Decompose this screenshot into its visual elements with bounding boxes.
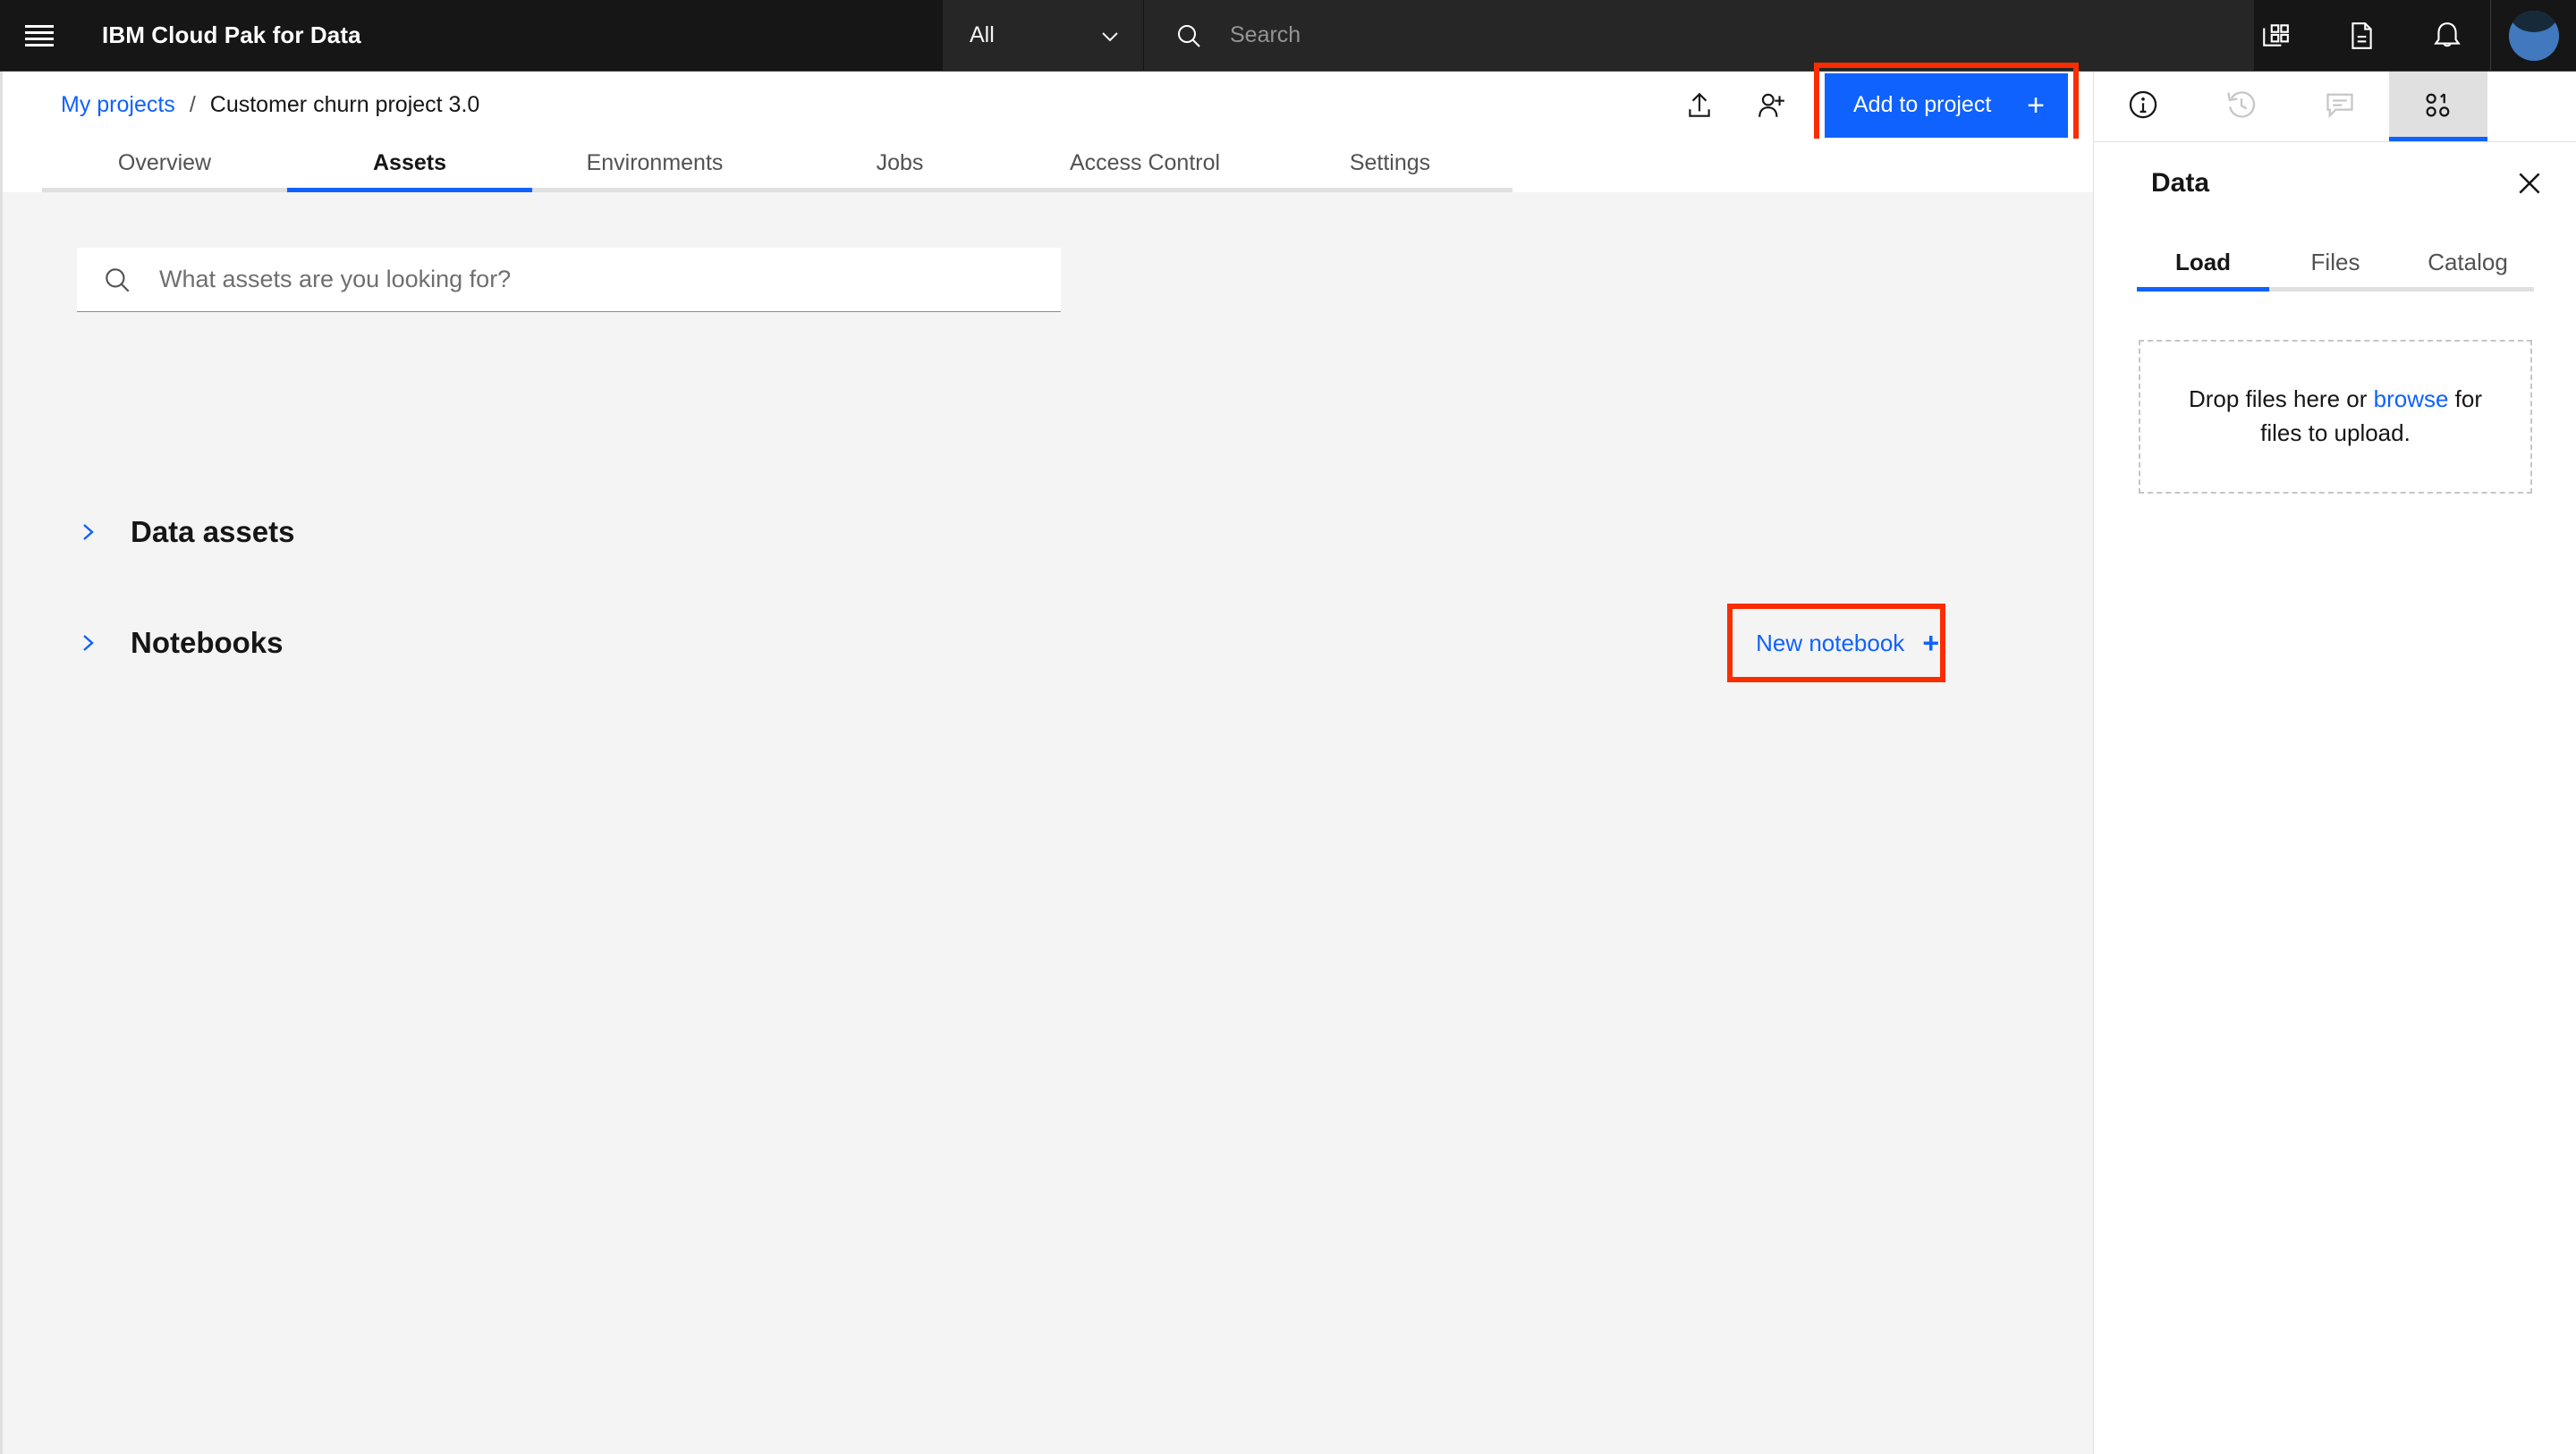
docs-button[interactable] bbox=[2318, 0, 2404, 71]
history-clock-icon bbox=[2225, 89, 2258, 121]
search-scope-select[interactable]: All bbox=[943, 0, 1143, 71]
close-icon[interactable] bbox=[2514, 168, 2545, 199]
global-search-placeholder: Search bbox=[1203, 22, 1301, 48]
panel-tab-information[interactable] bbox=[2094, 72, 2192, 141]
add-to-project-button[interactable]: Add to project + bbox=[1825, 73, 2068, 138]
tab-settings[interactable]: Settings bbox=[1267, 139, 1513, 192]
document-icon bbox=[2346, 21, 2377, 51]
header-action-icons bbox=[2233, 0, 2490, 71]
search-scope-value: All bbox=[970, 22, 1098, 48]
new-notebook-button[interactable]: New notebook + bbox=[1749, 620, 1946, 666]
hamburger-menu-icon bbox=[25, 24, 54, 47]
breadcrumb-current-project: Customer churn project 3.0 bbox=[210, 92, 480, 118]
plus-icon: + bbox=[1922, 629, 1939, 657]
dropzone-browse-link[interactable]: browse bbox=[2374, 385, 2449, 412]
breadcrumb-separator: / bbox=[175, 92, 210, 118]
right-panel-header: Data bbox=[2094, 142, 2576, 224]
tab-overview[interactable]: Overview bbox=[42, 139, 287, 192]
hamburger-menu-button[interactable] bbox=[0, 0, 79, 71]
upload-icon bbox=[1684, 90, 1715, 121]
tab-jobs[interactable]: Jobs bbox=[777, 139, 1022, 192]
chevron-right-icon[interactable] bbox=[77, 519, 100, 545]
section-notebooks[interactable]: Notebooks New notebook + bbox=[77, 620, 2020, 666]
asset-search-placeholder: What assets are you looking for? bbox=[132, 266, 511, 293]
app-header: IBM Cloud Pak for Data All Search bbox=[0, 0, 2576, 72]
right-panel-tab-files[interactable]: Files bbox=[2269, 238, 2402, 292]
right-panel-tabs: Load Files Catalog bbox=[2094, 238, 2576, 292]
chevron-right-icon[interactable] bbox=[77, 630, 100, 656]
breadcrumb-my-projects-link[interactable]: My projects bbox=[61, 92, 175, 118]
breadcrumb-bar: My projects / Customer churn project 3.0… bbox=[3, 72, 2093, 139]
global-search-input[interactable]: Search bbox=[1143, 0, 2254, 71]
right-panel-tab-catalog[interactable]: Catalog bbox=[2402, 238, 2534, 292]
add-to-project-label: Add to project bbox=[1853, 92, 1991, 118]
tab-environments[interactable]: Environments bbox=[532, 139, 777, 192]
add-user-icon bbox=[1756, 90, 1786, 121]
info-icon bbox=[2127, 89, 2159, 121]
add-collaborator-button[interactable] bbox=[1735, 72, 1807, 139]
panel-tab-comments[interactable] bbox=[2291, 72, 2389, 141]
app-switcher-icon bbox=[2260, 21, 2291, 51]
new-notebook-label: New notebook bbox=[1756, 630, 1904, 657]
notification-bell-icon bbox=[2432, 21, 2462, 51]
panel-tab-data[interactable] bbox=[2389, 72, 2487, 141]
assets-main-content: What assets are you looking for? Data as… bbox=[3, 192, 2093, 1454]
app-switcher-button[interactable] bbox=[2233, 0, 2318, 71]
right-panel-title: Data bbox=[2151, 168, 2514, 199]
breadcrumb: My projects / Customer churn project 3.0 bbox=[3, 92, 479, 118]
project-tabs: Overview Assets Environments Jobs Access… bbox=[3, 139, 2093, 192]
section-notebooks-title[interactable]: Notebooks bbox=[100, 626, 284, 660]
right-panel-tab-load[interactable]: Load bbox=[2137, 238, 2269, 292]
asset-search-input[interactable]: What assets are you looking for? bbox=[77, 248, 1061, 312]
dropzone-text: Drop files here or browse for files to u… bbox=[2170, 383, 2501, 450]
app-title: IBM Cloud Pak for Data bbox=[79, 21, 361, 49]
data-binary-icon bbox=[2422, 89, 2454, 121]
search-icon bbox=[1174, 21, 1203, 50]
tab-assets[interactable]: Assets bbox=[287, 139, 532, 192]
notifications-button[interactable] bbox=[2404, 0, 2490, 71]
upload-button[interactable] bbox=[1664, 72, 1735, 139]
user-profile-button[interactable] bbox=[2490, 0, 2576, 71]
tab-access-control[interactable]: Access Control bbox=[1022, 139, 1267, 192]
avatar bbox=[2509, 11, 2559, 61]
new-notebook-wrapper: New notebook + bbox=[1749, 620, 1946, 666]
file-dropzone[interactable]: Drop files here or browse for files to u… bbox=[2139, 340, 2532, 494]
add-to-project-wrapper: Add to project + bbox=[1825, 73, 2068, 138]
right-side-panel: Data Load Files Catalog Drop files here … bbox=[2093, 72, 2576, 1454]
section-data-assets-title[interactable]: Data assets bbox=[100, 515, 294, 549]
panel-tab-history[interactable] bbox=[2192, 72, 2291, 141]
plus-icon: + bbox=[2027, 90, 2045, 121]
right-panel-icon-tabs bbox=[2094, 72, 2576, 142]
comment-icon bbox=[2324, 89, 2356, 121]
chevron-down-icon bbox=[1098, 24, 1122, 47]
section-data-assets[interactable]: Data assets bbox=[77, 509, 2020, 555]
dropzone-text-before: Drop files here or bbox=[2189, 385, 2374, 412]
search-icon bbox=[102, 265, 132, 295]
page-action-bar: Add to project + bbox=[1664, 72, 2093, 139]
